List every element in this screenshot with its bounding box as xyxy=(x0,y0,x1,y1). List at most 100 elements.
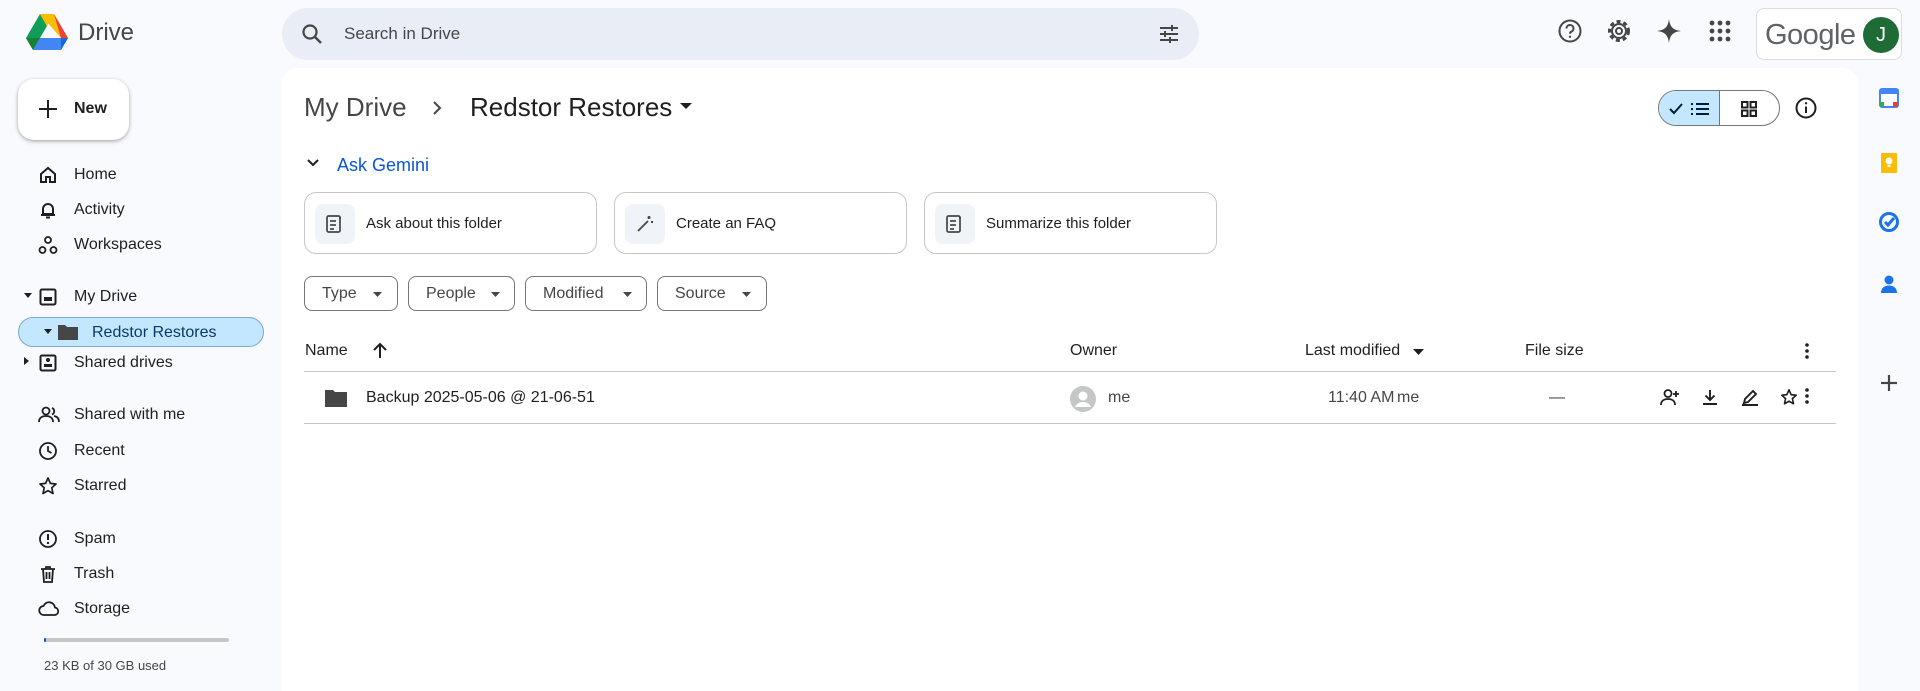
people-icon xyxy=(38,405,60,425)
sidebar-item-starred[interactable]: Starred xyxy=(24,471,264,501)
sidebar-item-my-drive[interactable]: My Drive xyxy=(24,282,264,312)
view-toggle[interactable] xyxy=(1658,90,1780,126)
main-panel: My Drive Redstor Restores Ask Gemini Ask… xyxy=(282,68,1858,691)
drive-logo[interactable]: Drive xyxy=(26,14,134,52)
sidebar-item-spam[interactable]: Spam xyxy=(24,524,264,554)
filter-type-chip[interactable]: Type xyxy=(304,276,398,311)
breadcrumb-my-drive[interactable]: My Drive xyxy=(304,92,407,123)
tasks-icon[interactable] xyxy=(1879,212,1899,232)
sidebar-item-activity[interactable]: Activity xyxy=(24,195,264,225)
cloud-icon xyxy=(38,599,60,619)
download-icon[interactable] xyxy=(1701,388,1719,406)
filter-modified-chip[interactable]: Modified xyxy=(525,276,647,311)
caret-down-icon[interactable] xyxy=(24,293,32,299)
folder-menu-caret-icon[interactable] xyxy=(680,103,692,110)
filter-label: People xyxy=(426,285,476,302)
side-panel xyxy=(1858,68,1920,691)
avatar[interactable]: J xyxy=(1863,17,1899,53)
gemini-card-label: Summarize this folder xyxy=(986,215,1132,232)
gemini-card-label: Ask about this folder xyxy=(366,215,502,232)
owner-name: me xyxy=(1108,389,1131,406)
sidebar-item-label: Shared with me xyxy=(74,406,186,423)
collapse-chevron-icon[interactable] xyxy=(306,158,320,168)
list-view-button[interactable] xyxy=(1659,91,1720,125)
caret-down-icon[interactable] xyxy=(44,329,52,335)
search-input[interactable]: Search in Drive xyxy=(344,24,460,44)
workspaces-icon xyxy=(38,235,58,255)
gemini-create-faq-card[interactable]: Create an FAQ xyxy=(614,192,907,254)
sidebar-item-label: Trash xyxy=(74,565,115,582)
app-name: Drive xyxy=(78,19,135,46)
more-vert-icon[interactable] xyxy=(1805,343,1809,359)
sidebar-item-label: Activity xyxy=(74,201,125,218)
summarize-icon xyxy=(935,204,975,244)
filter-label: Source xyxy=(675,285,726,302)
rename-pencil-icon[interactable] xyxy=(1741,388,1759,406)
clock-icon xyxy=(38,441,58,461)
file-size: — xyxy=(1549,389,1565,406)
sidebar-item-label: Home xyxy=(74,166,117,183)
column-header-file-size[interactable]: File size xyxy=(1525,342,1584,360)
sidebar-item-home[interactable]: Home xyxy=(24,160,264,190)
gemini-summarize-folder-card[interactable]: Summarize this folder xyxy=(924,192,1217,254)
check-icon xyxy=(1669,103,1683,115)
filter-label: Modified xyxy=(543,285,604,302)
storage-meter-fill xyxy=(44,638,46,642)
sidebar-item-label: Spam xyxy=(74,530,116,547)
new-button-label: New xyxy=(74,100,107,117)
ask-folder-icon xyxy=(315,204,355,244)
caret-right-icon[interactable] xyxy=(24,357,30,365)
ask-gemini-toggle[interactable]: Ask Gemini xyxy=(337,155,429,176)
sidebar-item-trash[interactable]: Trash xyxy=(24,559,264,589)
gear-icon[interactable] xyxy=(1606,18,1632,44)
bell-icon xyxy=(38,200,58,220)
sidebar-item-label: Storage xyxy=(74,600,131,617)
add-addon-icon[interactable] xyxy=(1878,372,1900,394)
file-name[interactable]: Backup 2025-05-06 @ 21-06-51 xyxy=(366,389,595,407)
sidebar-item-label: Workspaces xyxy=(74,236,162,253)
info-icon[interactable] xyxy=(1794,96,1818,120)
new-button[interactable]: New xyxy=(18,79,129,140)
filter-source-chip[interactable]: Source xyxy=(657,276,767,311)
help-icon[interactable] xyxy=(1557,18,1583,44)
star-icon[interactable] xyxy=(1780,388,1798,406)
gemini-ask-about-folder-card[interactable]: Ask about this folder xyxy=(304,192,597,254)
column-header-owner[interactable]: Owner xyxy=(1070,342,1117,360)
sidebar-item-label: Redstor Restores xyxy=(92,324,217,341)
sidebar-item-workspaces[interactable]: Workspaces xyxy=(24,230,264,260)
more-actions-icon[interactable] xyxy=(1805,388,1809,404)
table-row[interactable]: Backup 2025-05-06 @ 21-06-51 me 11:40 AM… xyxy=(304,372,1836,424)
plus-icon xyxy=(36,97,60,121)
magic-wand-icon xyxy=(625,204,665,244)
keep-icon[interactable] xyxy=(1880,152,1898,174)
chevron-down-icon xyxy=(373,292,382,297)
share-icon[interactable] xyxy=(1660,388,1680,406)
search-bar[interactable]: Search in Drive xyxy=(282,8,1199,60)
calendar-icon[interactable] xyxy=(1879,88,1899,108)
grid-view-button[interactable] xyxy=(1720,91,1780,125)
sidebar-item-shared-drives[interactable]: Shared drives xyxy=(24,348,264,378)
search-icon[interactable] xyxy=(300,22,324,46)
breadcrumb-current-folder[interactable]: Redstor Restores xyxy=(470,92,672,123)
filter-people-chip[interactable]: People xyxy=(408,276,515,311)
sidebar-item-storage[interactable]: Storage xyxy=(24,594,264,624)
grid-icon xyxy=(1740,101,1757,117)
column-header-last-modified[interactable]: Last modified xyxy=(1305,342,1400,360)
chevron-down-icon xyxy=(491,292,500,297)
sidebar-item-label: My Drive xyxy=(74,288,138,305)
sort-arrow-up-icon[interactable] xyxy=(372,341,388,359)
apps-grid-icon[interactable] xyxy=(1707,18,1733,44)
gemini-sparkle-icon[interactable] xyxy=(1656,18,1682,44)
top-bar: Drive Search in Drive Google J xyxy=(0,0,1920,68)
account-switcher[interactable]: Google J xyxy=(1756,8,1902,60)
trash-icon xyxy=(38,564,58,584)
contacts-icon[interactable] xyxy=(1880,274,1898,294)
sort-caret-down-icon[interactable] xyxy=(1413,349,1424,355)
sidebar-item-recent[interactable]: Recent xyxy=(24,436,264,466)
sidebar-item-shared-with-me[interactable]: Shared with me xyxy=(24,400,264,430)
star-icon xyxy=(38,476,58,496)
sidebar-item-redstor-restores[interactable]: Redstor Restores xyxy=(18,317,264,347)
search-options-icon[interactable] xyxy=(1157,22,1181,46)
column-header-name[interactable]: Name xyxy=(305,342,348,360)
modified-by: me xyxy=(1397,389,1420,406)
